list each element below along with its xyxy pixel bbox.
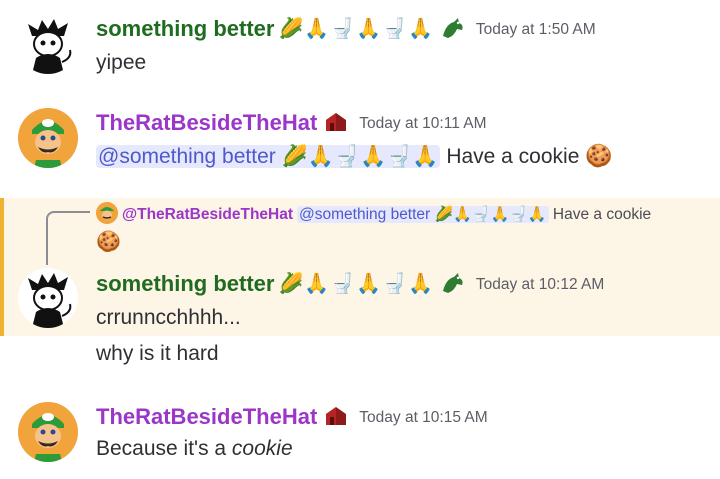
dragon-icon [440, 271, 466, 295]
author-name[interactable]: TheRatBesideTheHat [96, 404, 317, 429]
timestamp[interactable]: Today at 10:11 AM [359, 115, 486, 132]
message-italic-word: cookie [231, 437, 293, 460]
avatar-something-better[interactable] [18, 268, 78, 328]
message-text: yipee [96, 51, 147, 74]
reply-mention[interactable]: @something better 🌽🙏🚽🙏🚽🙏 [297, 206, 549, 223]
message-content: Have a cookie [446, 145, 580, 168]
message-text: crrunncchhhh... [96, 306, 241, 329]
author-emojis: 🌽🙏🚽🙏🚽🙏 [278, 273, 434, 295]
message-header: TheRatBesideTheHat Today at 10:15 AM [96, 404, 488, 430]
reply-mention-name: @something better [299, 206, 431, 223]
reply-preview[interactable]: @TheRatBesideTheHat @something better 🌽🙏🚽… [96, 202, 651, 224]
timestamp[interactable]: Today at 10:12 AM [476, 276, 604, 293]
author-name[interactable]: TheRatBesideTheHat [96, 110, 317, 135]
timestamp[interactable]: Today at 1:50 AM [476, 21, 596, 38]
message-header: something better 🌽🙏🚽🙏🚽🙏 Today at 1:50 AM [96, 16, 596, 42]
red-house-icon [323, 110, 349, 134]
message-content: Because it's a [96, 437, 232, 460]
message-followup-text: why is it hard [96, 342, 219, 365]
reply-connector [46, 211, 90, 265]
author-name[interactable]: something better [96, 16, 274, 41]
cookie-emoji: 🍪 [585, 143, 613, 168]
message-header: something better 🌽🙏🚽🙏🚽🙏 Today at 10:12 AM [96, 271, 604, 297]
red-house-icon [323, 404, 349, 428]
user-mention[interactable]: @something better 🌽🙏🚽🙏🚽🙏 [96, 145, 441, 168]
reply-author[interactable]: @TheRatBesideTheHat [122, 206, 293, 223]
reply-cookie-emoji: 🍪 [96, 231, 121, 253]
reply-text: Have a cookie [552, 206, 652, 223]
reply-avatar [96, 202, 118, 224]
avatar-theratbesidethehat[interactable] [18, 108, 78, 168]
timestamp[interactable]: Today at 10:15 AM [359, 409, 487, 426]
avatar-theratbesidethehat[interactable] [18, 402, 78, 462]
message-text: @something better 🌽🙏🚽🙏🚽🙏 Have a cookie 🍪 [96, 143, 613, 169]
author-emojis: 🌽🙏🚽🙏🚽🙏 [278, 18, 434, 40]
reply-mention-emojis: 🌽🙏🚽🙏🚽🙏 [434, 206, 547, 223]
dragon-icon [440, 16, 466, 40]
author-name[interactable]: something better [96, 271, 274, 296]
avatar-something-better[interactable] [18, 14, 78, 74]
message-text: Because it's a cookie [96, 437, 293, 461]
message-header: TheRatBesideTheHat Today at 10:11 AM [96, 110, 487, 136]
